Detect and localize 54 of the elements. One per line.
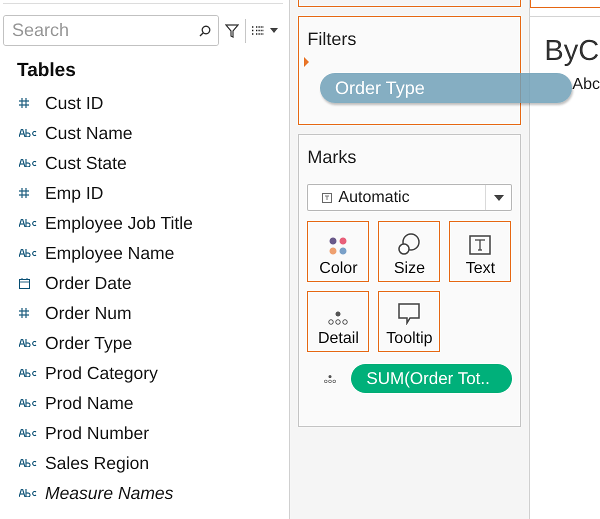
field-name[interactable]: Emp ID [45,182,104,204]
abc-icon [19,369,37,377]
mark-property-button[interactable]: Detail [307,291,370,352]
field-name[interactable]: Prod Number [45,422,150,444]
color-dots-icon [328,237,348,255]
mark-property-button[interactable]: Tooltip [378,291,440,352]
field-name[interactable]: Cust State [45,152,127,174]
field-name[interactable]: Sales Region [45,452,150,474]
field-name[interactable]: Prod Category [45,362,158,384]
filter-icon[interactable] [225,24,239,38]
abc-icon [19,249,37,257]
search-icon [199,25,211,37]
field-name[interactable]: Cust Name [45,122,133,144]
detail-dots-icon [327,311,350,325]
marks-title: Marks [307,147,358,168]
field-name[interactable]: Measure Names [45,482,174,504]
caret-icon [494,194,504,200]
field-name[interactable]: Order Type [45,332,132,354]
abc-icon [19,219,37,227]
abc-icon [19,489,37,497]
shelf-card [530,0,600,8]
drop-marker-icon [304,57,309,67]
field-name[interactable]: Employee Name [45,242,174,264]
calendar-icon [19,278,30,288]
abc-icon [19,129,37,137]
abc-icon [19,459,37,467]
caret-icon[interactable] [270,28,278,33]
list-view-icon[interactable] [252,26,264,35]
abc-icon [19,429,37,437]
mark-type-dropdown[interactable]: Automatic [307,184,512,211]
search-field[interactable]: Search [3,15,219,46]
abc-icon [19,399,37,407]
mark-property-button[interactable]: Size [378,221,440,282]
mark-type-label: Automatic [338,188,410,206]
number-icon [19,188,29,198]
text-mark-icon [322,192,332,202]
number-icon [19,308,29,318]
field-name[interactable]: Employee Job Title [45,212,193,234]
number-icon [19,98,29,108]
field-name[interactable]: Prod Name [45,392,134,414]
abc-icon [19,339,37,347]
text-box-icon [469,235,492,255]
field-name[interactable]: Order Date [45,272,132,294]
tables-heading: Tables [17,60,77,82]
table-cell: Abc [572,76,600,94]
mark-property-button[interactable]: Color [307,221,370,282]
field-name[interactable]: Order Num [45,302,132,324]
size-circles-icon [398,233,420,255]
field-name[interactable]: Cust ID [45,92,104,114]
mark-property-button[interactable]: Text [449,221,512,282]
filters-title: Filters [307,29,358,50]
view-title: ByC [544,35,600,68]
abc-icon [19,159,37,167]
speech-bubble-icon [398,303,420,325]
